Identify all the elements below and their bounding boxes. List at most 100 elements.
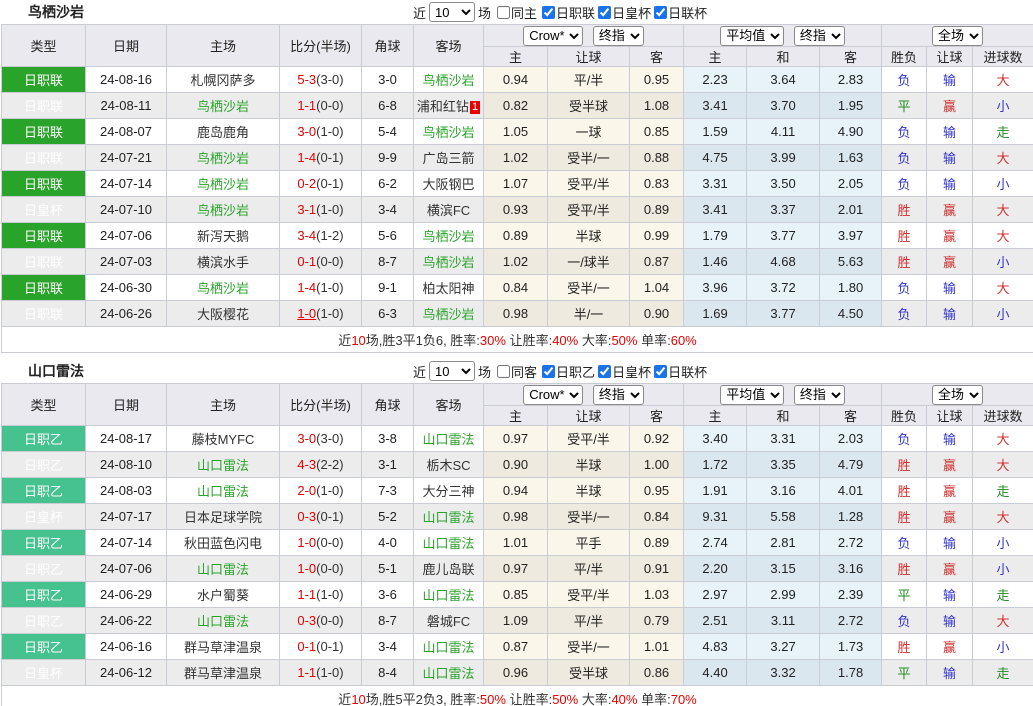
handicap: 半球 xyxy=(548,478,630,504)
away-team: 山口雷法 xyxy=(414,530,484,556)
full-score: 1-1 xyxy=(297,98,316,113)
home-odds: 1.02 xyxy=(484,249,548,275)
league-filter[interactable]: 日联杯 xyxy=(654,362,707,381)
away-odds: 0.89 xyxy=(630,530,684,556)
col-handicap: 让球 xyxy=(548,406,630,426)
away-odds: 0.83 xyxy=(630,171,684,197)
away-odds: 0.89 xyxy=(630,197,684,223)
avg-away-odds: 1.28 xyxy=(820,504,882,530)
final-odds-select-2[interactable]: 终指 xyxy=(794,26,845,46)
home-team: 横滨水手 xyxy=(167,249,280,275)
league-checkbox[interactable] xyxy=(542,6,555,19)
avg-away-odds: 1.63 xyxy=(820,145,882,171)
avg-away-odds: 3.97 xyxy=(820,223,882,249)
away-team: 浦和红钻1 xyxy=(414,93,484,119)
matches-table: 类型 日期 主场 比分(半场) 角球 客场 Crow* 终指 平均值 终指 xyxy=(1,383,1033,706)
away-odds: 0.88 xyxy=(630,145,684,171)
col-avg-draw: 和 xyxy=(747,47,820,67)
same-side-filter[interactable]: 同主 xyxy=(497,3,537,22)
handicap: 受平/半 xyxy=(548,171,630,197)
match-result: 负 xyxy=(882,426,927,452)
final-odds-select-2[interactable]: 终指 xyxy=(794,385,845,405)
score-cell: 1-4(1-0) xyxy=(280,275,362,301)
corner-score: 3-4 xyxy=(362,634,414,660)
score-cell: 0-1(0-0) xyxy=(280,249,362,275)
handicap: 平手 xyxy=(548,530,630,556)
col-goals: 进球数 xyxy=(973,47,1033,67)
avg-home-odds: 3.41 xyxy=(684,197,747,223)
league-filter[interactable]: 日皇杯 xyxy=(598,362,651,381)
same-side-label: 同主 xyxy=(511,3,537,22)
full-score: 2-0 xyxy=(297,483,316,498)
match-row: 日皇杯24-06-12群马草津温泉1-1(1-0)8-4山口雷法0.96受半球0… xyxy=(2,660,1033,686)
avg-draw-odds: 2.99 xyxy=(747,582,820,608)
match-date: 24-08-07 xyxy=(86,119,167,145)
full-score: 5-3 xyxy=(297,72,316,87)
home-odds: 1.05 xyxy=(484,119,548,145)
scope-select[interactable]: 全场 xyxy=(932,26,983,46)
avg-draw-odds: 3.77 xyxy=(747,223,820,249)
league-badge: 日职联 xyxy=(2,119,86,145)
home-odds: 0.94 xyxy=(484,478,548,504)
full-score: 1-4 xyxy=(297,280,316,295)
avg-home-odds: 1.79 xyxy=(684,223,747,249)
scope-select[interactable]: 全场 xyxy=(932,385,983,405)
same-side-checkbox[interactable] xyxy=(497,6,510,19)
score-cell: 4-3(2-2) xyxy=(280,452,362,478)
avg-away-odds: 2.03 xyxy=(820,426,882,452)
league-label: 日职联 xyxy=(556,3,595,22)
handicap-result: 输 xyxy=(927,145,973,171)
match-date: 24-07-21 xyxy=(86,145,167,171)
goals-result: 走 xyxy=(973,660,1033,686)
avg-draw-odds: 3.32 xyxy=(747,660,820,686)
same-side-filter[interactable]: 同客 xyxy=(497,362,537,381)
match-row: 日职联24-08-11鸟栖沙岩1-1(0-0)6-8浦和红钻10.82受半球1.… xyxy=(2,93,1033,119)
home-team: 群马草津温泉 xyxy=(167,634,280,660)
odds-source-select[interactable]: Crow* xyxy=(523,26,583,46)
goals-result: 小 xyxy=(973,634,1033,660)
home-odds: 0.93 xyxy=(484,197,548,223)
scope-select-group: 全场 xyxy=(882,384,1033,406)
league-filter[interactable]: 日皇杯 xyxy=(598,3,651,22)
home-odds: 0.97 xyxy=(484,426,548,452)
league-filter[interactable]: 日联杯 xyxy=(654,3,707,22)
home-odds: 0.90 xyxy=(484,452,548,478)
col-odds-away: 客 xyxy=(630,47,684,67)
half-score: (0-1) xyxy=(316,509,343,524)
corner-score: 5-4 xyxy=(362,119,414,145)
match-date: 24-07-06 xyxy=(86,223,167,249)
avg-away-odds: 2.39 xyxy=(820,582,882,608)
half-score: (2-2) xyxy=(316,457,343,472)
team-title: 鸟栖沙岩 xyxy=(28,2,84,22)
match-row: 日职乙24-06-29水户蜀葵1-1(1-0)3-6山口雷法0.85受平/半1.… xyxy=(2,582,1033,608)
section-header-1: 鸟栖沙岩 近 10 场 同主 日职联日皇杯日联杯 xyxy=(0,0,1033,24)
avg-draw-odds: 3.27 xyxy=(747,634,820,660)
match-count-select[interactable]: 10 xyxy=(429,361,475,381)
league-checkbox[interactable] xyxy=(598,365,611,378)
full-score: 0-3 xyxy=(297,613,316,628)
league-filter[interactable]: 日职乙 xyxy=(542,362,595,381)
handicap: 半球 xyxy=(548,223,630,249)
league-checkbox[interactable] xyxy=(598,6,611,19)
average-select[interactable]: 平均值 xyxy=(720,385,784,405)
final-odds-select[interactable]: 终指 xyxy=(593,385,644,405)
corner-score: 3-1 xyxy=(362,452,414,478)
corner-score: 6-3 xyxy=(362,301,414,327)
final-odds-select[interactable]: 终指 xyxy=(593,26,644,46)
same-side-checkbox[interactable] xyxy=(497,365,510,378)
match-count-select[interactable]: 10 xyxy=(429,2,475,22)
odds-source-select[interactable]: Crow* xyxy=(523,385,583,405)
avg-draw-odds: 3.11 xyxy=(747,608,820,634)
league-badge: 日职联 xyxy=(2,93,86,119)
handicap: 受半球 xyxy=(548,660,630,686)
average-select[interactable]: 平均值 xyxy=(720,26,784,46)
score-cell: 1-0(0-0) xyxy=(280,530,362,556)
league-checkbox[interactable] xyxy=(542,365,555,378)
match-row: 日职联24-06-26大阪樱花1-0(1-0)6-3鸟栖沙岩0.98半/一0.9… xyxy=(2,301,1033,327)
league-checkbox[interactable] xyxy=(654,365,667,378)
league-badge: 日职乙 xyxy=(2,634,86,660)
league-filter[interactable]: 日职联 xyxy=(542,3,595,22)
home-odds: 0.85 xyxy=(484,582,548,608)
away-team: 山口雷法 xyxy=(414,582,484,608)
league-checkbox[interactable] xyxy=(654,6,667,19)
